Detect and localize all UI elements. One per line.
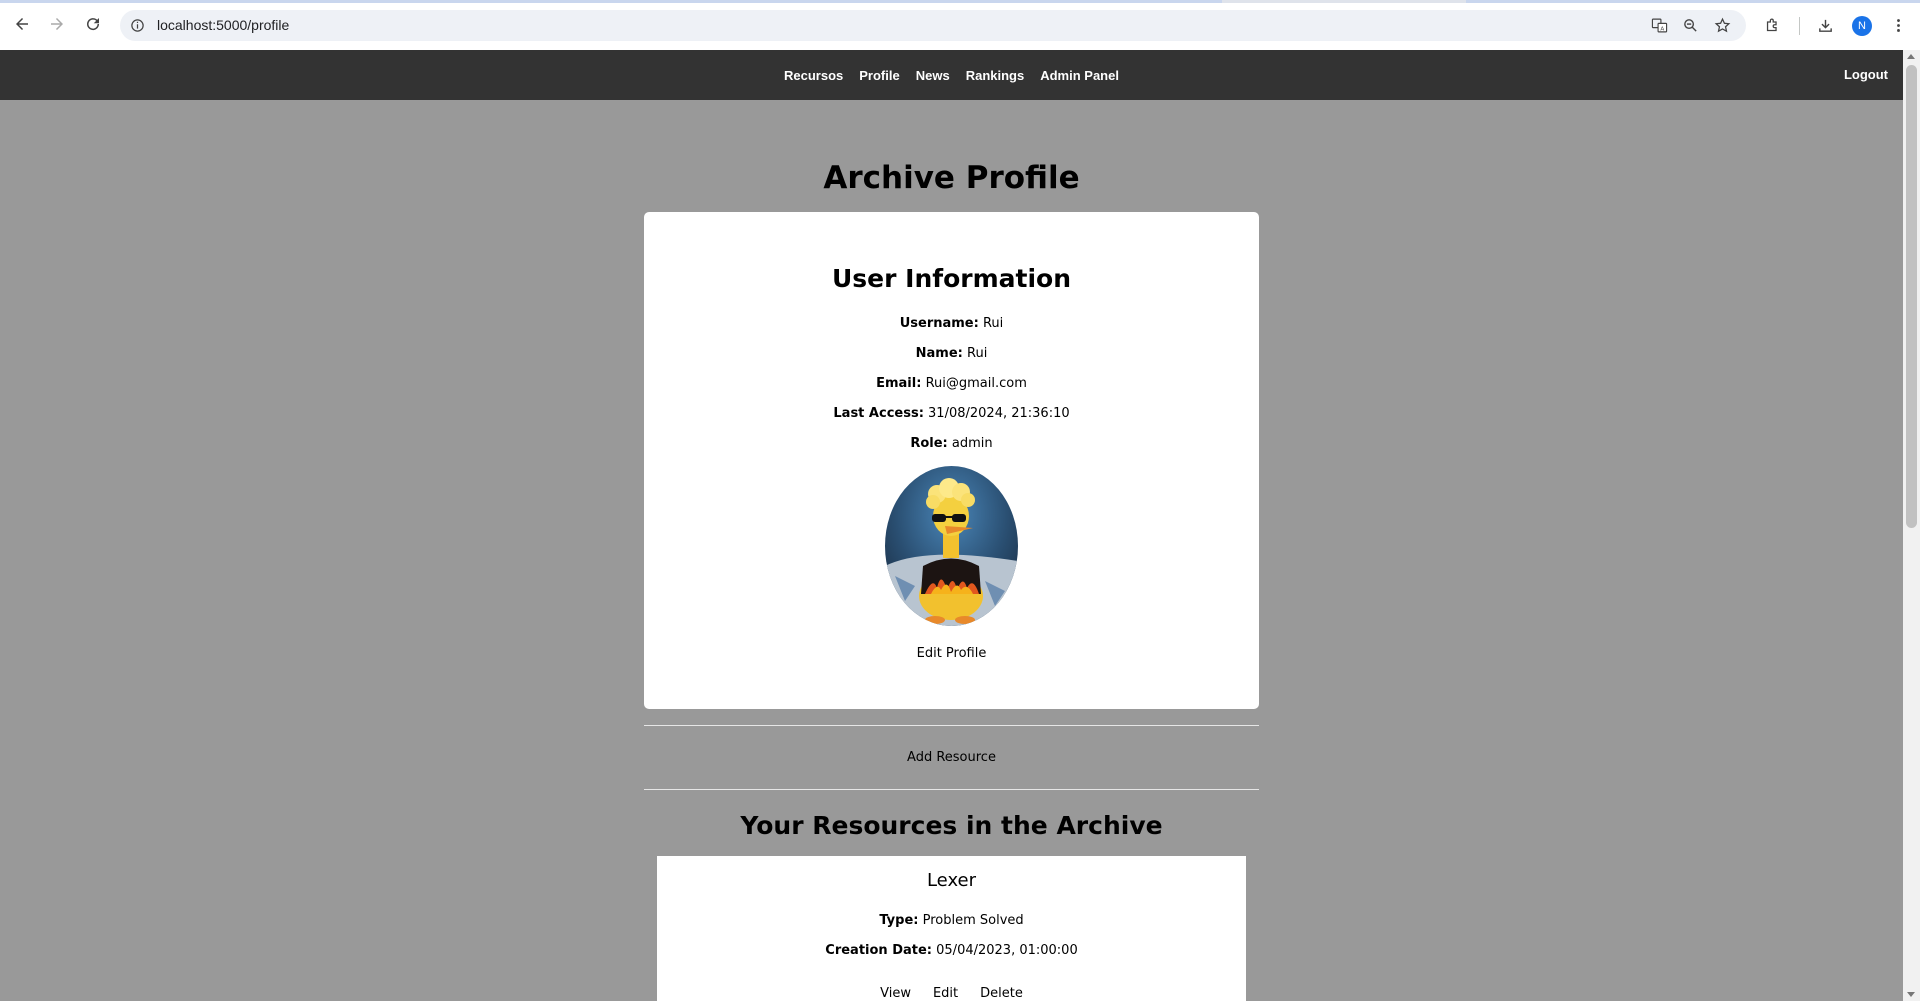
user-info-card: User Information Username: Rui Name: Rui…: [644, 212, 1259, 709]
name-row: Name: Rui: [644, 346, 1259, 361]
app-navbar: Recursos Profile News Rankings Admin Pan…: [0, 50, 1903, 100]
resource-view-link[interactable]: View: [880, 986, 911, 1001]
zoom-icon[interactable]: [1680, 15, 1700, 35]
page-title: Archive Profile: [823, 160, 1080, 196]
username-label: Username:: [899, 316, 979, 331]
profile-avatar[interactable]: N: [1852, 16, 1872, 36]
email-label: Email:: [876, 376, 922, 391]
toolbar-separator: [1799, 17, 1800, 35]
nav-link-admin-panel[interactable]: Admin Panel: [1040, 68, 1119, 83]
forward-icon[interactable]: [47, 14, 67, 34]
downloads-icon[interactable]: [1815, 15, 1835, 35]
name-label: Name:: [915, 346, 963, 361]
resource-date-value: 05/04/2023, 01:00:00: [936, 943, 1078, 958]
url-text: localhost:5000/profile: [157, 17, 290, 33]
last-access-value: 31/08/2024, 21:36:10: [928, 406, 1070, 421]
edit-profile-link[interactable]: Edit Profile: [644, 646, 1259, 661]
nav-link-rankings[interactable]: Rankings: [966, 68, 1025, 83]
last-access-label: Last Access:: [833, 406, 924, 421]
resource-type-value: Problem Solved: [922, 913, 1024, 928]
name-value: Rui: [967, 346, 988, 361]
resource-edit-link[interactable]: Edit: [933, 986, 958, 1001]
logout-link[interactable]: Logout: [1844, 67, 1888, 82]
divider-top: [644, 725, 1259, 726]
scroll-down-arrow-icon[interactable]: [1907, 992, 1915, 997]
last-access-row: Last Access: 31/08/2024, 21:36:10: [644, 406, 1259, 421]
role-row: Role: admin: [644, 436, 1259, 451]
email-value: Rui@gmail.com: [925, 376, 1027, 391]
site-info-icon[interactable]: [130, 18, 145, 33]
username-value: Rui: [982, 316, 1004, 331]
back-icon[interactable]: [12, 14, 32, 34]
extensions-icon[interactable]: [1762, 15, 1782, 35]
resource-title: Lexer: [926, 870, 977, 891]
divider-bottom: [644, 789, 1259, 790]
nav-link-profile[interactable]: Profile: [859, 68, 899, 83]
address-bar[interactable]: localhost:5000/profile: [120, 10, 1746, 41]
resource-date-label: Creation Date:: [825, 943, 932, 958]
kebab-menu-icon[interactable]: [1888, 15, 1908, 35]
tab-strip-edge: [0, 0, 1920, 3]
user-info-heading: User Information: [831, 264, 1072, 293]
resource-card: Lexer Type: Problem Solved Creation Date…: [657, 856, 1246, 1001]
resources-heading: Your Resources in the Archive: [740, 811, 1163, 840]
profile-picture: [885, 466, 1018, 626]
resource-type-row: Type: Problem Solved: [657, 913, 1246, 928]
resource-date-row: Creation Date: 05/04/2023, 01:00:00: [657, 943, 1246, 958]
bookmark-star-icon[interactable]: [1712, 15, 1732, 35]
resource-actions: View Edit Delete: [657, 986, 1246, 1001]
page-scrollbar[interactable]: [1903, 50, 1920, 1001]
reload-icon[interactable]: [83, 14, 103, 34]
nav-link-news[interactable]: News: [916, 68, 950, 83]
translate-icon[interactable]: A: [1649, 15, 1669, 35]
resource-type-label: Type:: [879, 913, 919, 928]
username-row: Username: Rui: [644, 316, 1259, 331]
email-row: Email: Rui@gmail.com: [644, 376, 1259, 391]
role-value: admin: [951, 436, 993, 451]
scrollbar-thumb[interactable]: [1906, 65, 1917, 528]
scroll-up-arrow-icon[interactable]: [1907, 54, 1915, 59]
svg-text:A: A: [1660, 26, 1664, 32]
browser-toolbar: localhost:5000/profile A N: [0, 0, 1920, 50]
nav-link-recursos[interactable]: Recursos: [784, 68, 843, 83]
add-resource-link[interactable]: Add Resource: [644, 750, 1259, 765]
resource-delete-link[interactable]: Delete: [980, 986, 1023, 1001]
role-label: Role:: [910, 436, 948, 451]
